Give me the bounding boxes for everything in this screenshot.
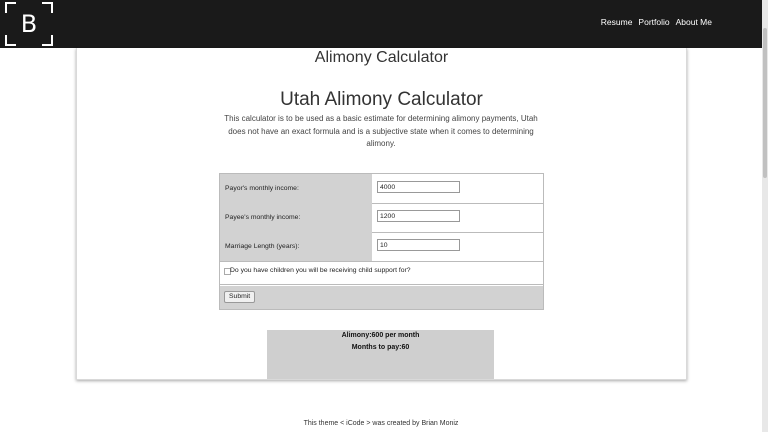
site-logo[interactable]: B: [5, 2, 53, 46]
card-title: Alimony Calculator: [314, 49, 449, 66]
calculator-description: This calculator is to be used as a basic…: [224, 114, 538, 148]
marriage-length-label: Marriage Length (years):: [220, 232, 372, 261]
main-nav: Resume Portfolio About Me: [601, 17, 712, 27]
payor-income-row: Payor's monthly income:: [220, 174, 543, 204]
payee-income-input[interactable]: [377, 210, 460, 222]
submit-row: Submit: [220, 286, 543, 309]
alimony-result: Alimony:600 per month: [341, 332, 420, 339]
calculator-card: Alimony Calculator Utah Alimony Calculat…: [76, 48, 687, 380]
marriage-length-row: Marriage Length (years):: [220, 232, 543, 262]
children-checkbox-label: Do you have children you will be receivi…: [230, 267, 411, 274]
page-title: Utah Alimony Calculator: [280, 89, 483, 110]
payee-income-label: Payee's monthly income:: [220, 203, 372, 232]
submit-button[interactable]: Submit: [224, 291, 256, 303]
nav-link-portfolio[interactable]: Portfolio: [638, 17, 669, 27]
children-row: Do you have children you will be receivi…: [220, 262, 543, 285]
marriage-length-input[interactable]: [377, 239, 460, 251]
footer-credit: This theme < iCode > was created by Bria…: [303, 420, 459, 427]
top-navbar: B Resume Portfolio About Me: [0, 0, 762, 48]
nav-link-resume[interactable]: Resume: [601, 17, 633, 27]
payor-income-label: Payor's monthly income:: [220, 174, 372, 203]
payee-income-row: Payee's monthly income:: [220, 203, 543, 233]
nav-link-about-me[interactable]: About Me: [676, 17, 712, 27]
alimony-form: Payor's monthly income: Payee's monthly …: [219, 173, 544, 310]
scrollbar-thumb[interactable]: [763, 28, 767, 178]
page-scrollbar[interactable]: [762, 0, 768, 432]
logo-letter: B: [20, 10, 38, 38]
result-panel: Alimony:600 per month Months to pay:60: [267, 330, 494, 379]
payor-income-input[interactable]: [377, 181, 460, 193]
months-to-pay-result: Months to pay:60: [351, 344, 410, 351]
